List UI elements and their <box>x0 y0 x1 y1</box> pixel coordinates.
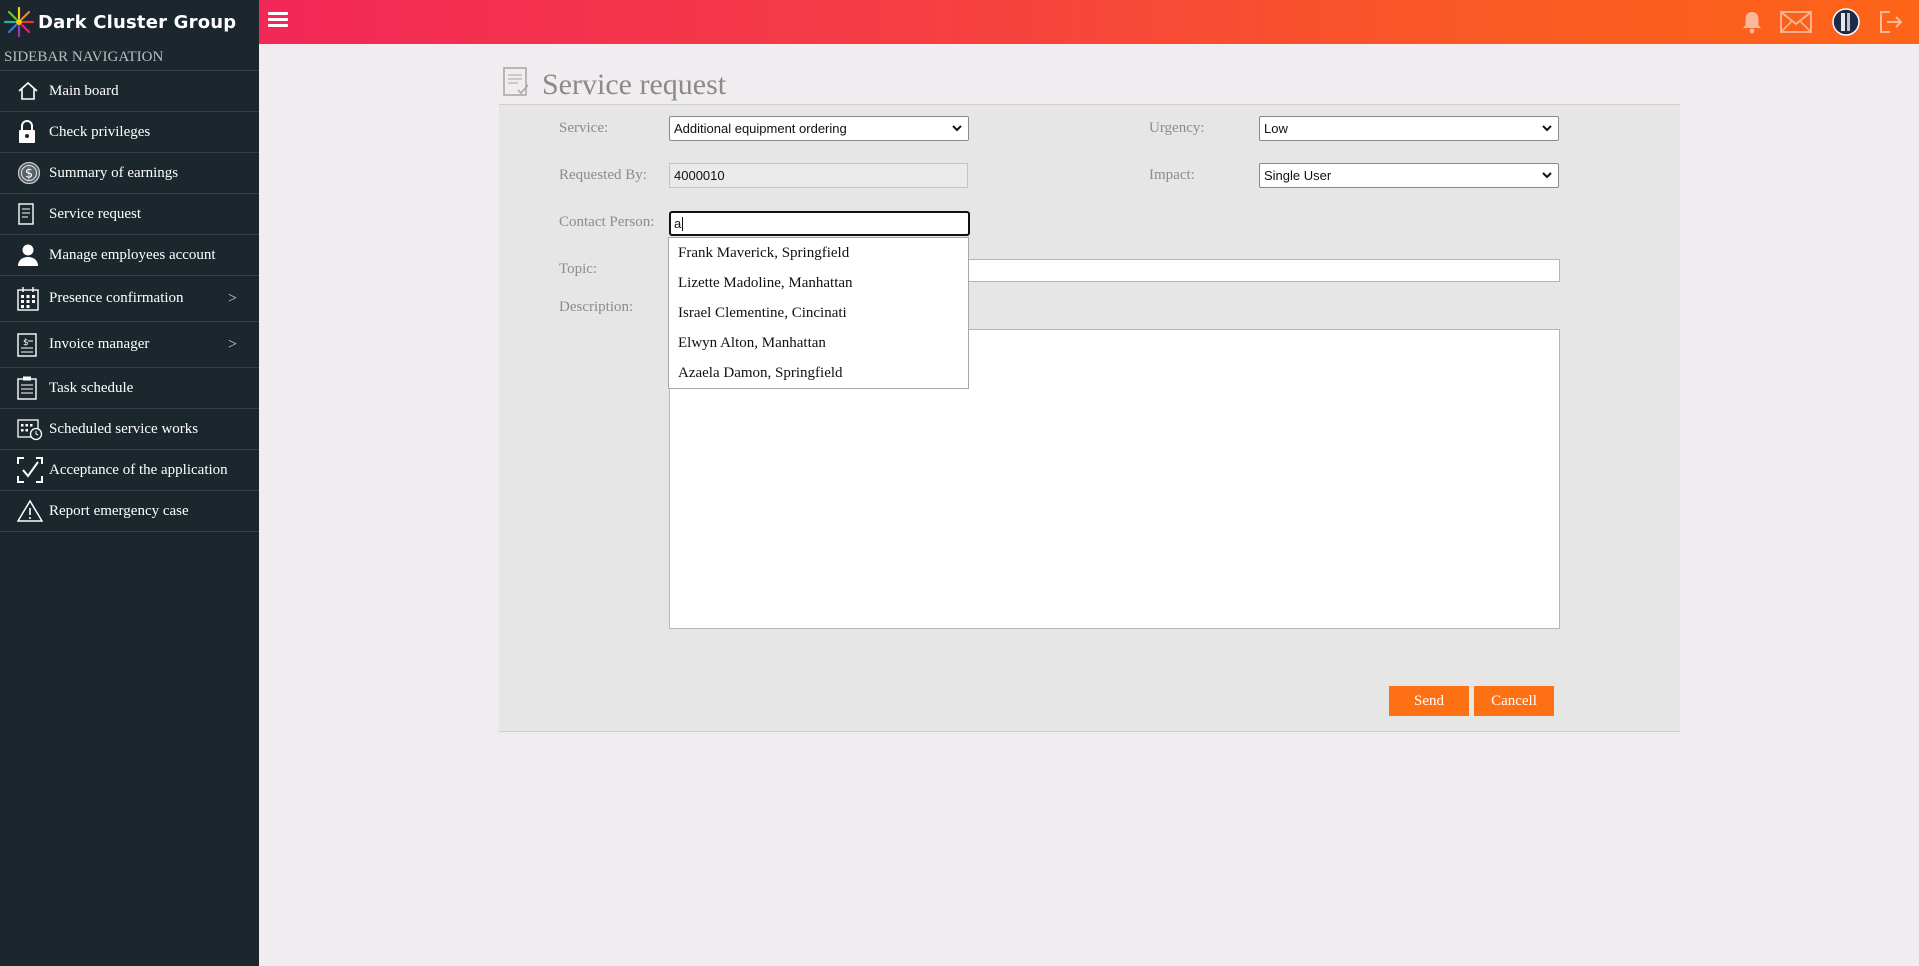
sidebar-item-label: Scheduled service works <box>49 420 199 437</box>
calendar-icon <box>17 286 47 311</box>
sidebar-item-check-privileges[interactable]: Check privileges <box>0 112 259 153</box>
logout-icon[interactable] <box>1877 9 1905 35</box>
sidebar-item-label: Summary of earnings <box>49 164 179 181</box>
sidebar-item-report-emergency-case[interactable]: Report emergency case <box>0 491 259 532</box>
top-bar: Dark Cluster Group <box>0 0 1919 44</box>
sidebar-item-label: Acceptance of the application <box>49 461 228 478</box>
service-select[interactable]: Additional equipment ordering <box>669 116 969 141</box>
requested-by-value: 4000010 <box>674 168 725 183</box>
sidebar-item-main-board[interactable]: Main board <box>0 71 259 112</box>
brand-name: Dark Cluster Group <box>38 11 237 33</box>
cancel-button[interactable]: Cancell <box>1474 686 1554 716</box>
starburst-logo-icon <box>0 0 38 44</box>
warning-icon <box>17 499 47 523</box>
description-label: Description: <box>559 299 634 315</box>
requested-by-field: 4000010 <box>669 163 968 188</box>
invoice-icon: $ <box>17 332 47 357</box>
clipboard-icon <box>17 376 47 400</box>
document-check-icon <box>502 66 530 103</box>
mail-icon[interactable] <box>1779 11 1813 33</box>
dollar-icon: $ <box>17 161 47 185</box>
contact-person-input[interactable]: a <box>669 211 970 236</box>
chevron-right-icon: > <box>227 335 237 353</box>
suggestion-item[interactable]: Frank Maverick, Springfield <box>669 238 968 268</box>
sidebar-item-presence-confirmation[interactable]: Presence confirmation > <box>0 276 259 322</box>
sidebar-item-label: Invoice manager <box>49 336 150 352</box>
text-cursor <box>682 216 684 231</box>
chevron-down-icon <box>952 125 962 132</box>
lock-icon <box>17 120 47 144</box>
sidebar-item-label: Check privileges <box>49 123 151 140</box>
check-frame-icon <box>17 457 47 483</box>
sidebar-title: SIDEBAR NAVIGATION <box>0 44 259 71</box>
svg-text:$: $ <box>25 167 33 182</box>
urgency-select[interactable]: Low <box>1259 116 1559 141</box>
user-icon <box>17 243 47 267</box>
sidebar-item-summary-of-earnings[interactable]: $ Summary of earnings <box>0 153 259 194</box>
chevron-down-icon <box>1542 172 1552 179</box>
contact-suggestions: Frank Maverick, Springfield Lizette Mado… <box>668 237 969 389</box>
urgency-label: Urgency: <box>1149 120 1205 136</box>
chevron-down-icon <box>1542 125 1552 132</box>
contact-person-label: Contact Person: <box>559 214 655 230</box>
document-icon <box>17 203 47 225</box>
sidebar-item-label: Service request <box>49 205 142 222</box>
chevron-right-icon: > <box>227 289 237 307</box>
suggestion-item[interactable]: Israel Clementine, Cincinati <box>669 298 968 328</box>
sidebar-item-manage-employees-account[interactable]: Manage employees account <box>0 235 259 276</box>
svg-text:$: $ <box>23 338 29 348</box>
service-label: Service: <box>559 120 609 136</box>
contact-person-value: a <box>674 216 682 231</box>
impact-select-value: Single User <box>1264 168 1332 183</box>
suggestion-item[interactable]: Lizette Madoline, Manhattan <box>669 268 968 298</box>
sidebar-item-label: Task schedule <box>49 379 134 396</box>
sidebar-item-label: Main board <box>49 82 119 99</box>
sidebar-item-label: Report emergency case <box>49 502 189 519</box>
sidebar-item-label: Manage employees account <box>49 246 216 263</box>
brand[interactable]: Dark Cluster Group <box>0 0 259 44</box>
sidebar-item-acceptance-of-the-application[interactable]: Acceptance of the application <box>0 450 259 491</box>
hamburger-icon[interactable] <box>268 12 288 32</box>
impact-select[interactable]: Single User <box>1259 163 1559 188</box>
sidebar-item-task-schedule[interactable]: Task schedule <box>0 368 259 409</box>
suggestion-item[interactable]: Elwyn Alton, Manhattan <box>669 328 968 358</box>
requested-by-label: Requested By: <box>559 167 647 183</box>
service-select-value: Additional equipment ordering <box>674 121 847 136</box>
sidebar-item-service-request[interactable]: Service request <box>0 194 259 235</box>
avatar[interactable] <box>1831 8 1861 36</box>
calendar-clock-icon <box>17 417 47 441</box>
page-header: Service request <box>502 66 726 103</box>
header-actions <box>1739 0 1919 44</box>
sidebar-item-label: Presence confirmation <box>49 290 184 306</box>
sidebar: SIDEBAR NAVIGATION Main board Check priv… <box>0 44 259 966</box>
page-title: Service request <box>542 67 727 101</box>
send-button[interactable]: Send <box>1389 686 1469 716</box>
suggestion-item[interactable]: Azaela Damon, Springfield <box>669 358 968 388</box>
urgency-select-value: Low <box>1264 121 1288 136</box>
sidebar-item-invoice-manager[interactable]: $ Invoice manager > <box>0 322 259 368</box>
bell-icon[interactable] <box>1739 10 1765 34</box>
impact-label: Impact: <box>1149 167 1195 183</box>
home-icon <box>17 81 47 101</box>
sidebar-item-scheduled-service-works[interactable]: Scheduled service works <box>0 409 259 450</box>
topic-label: Topic: <box>559 261 598 277</box>
